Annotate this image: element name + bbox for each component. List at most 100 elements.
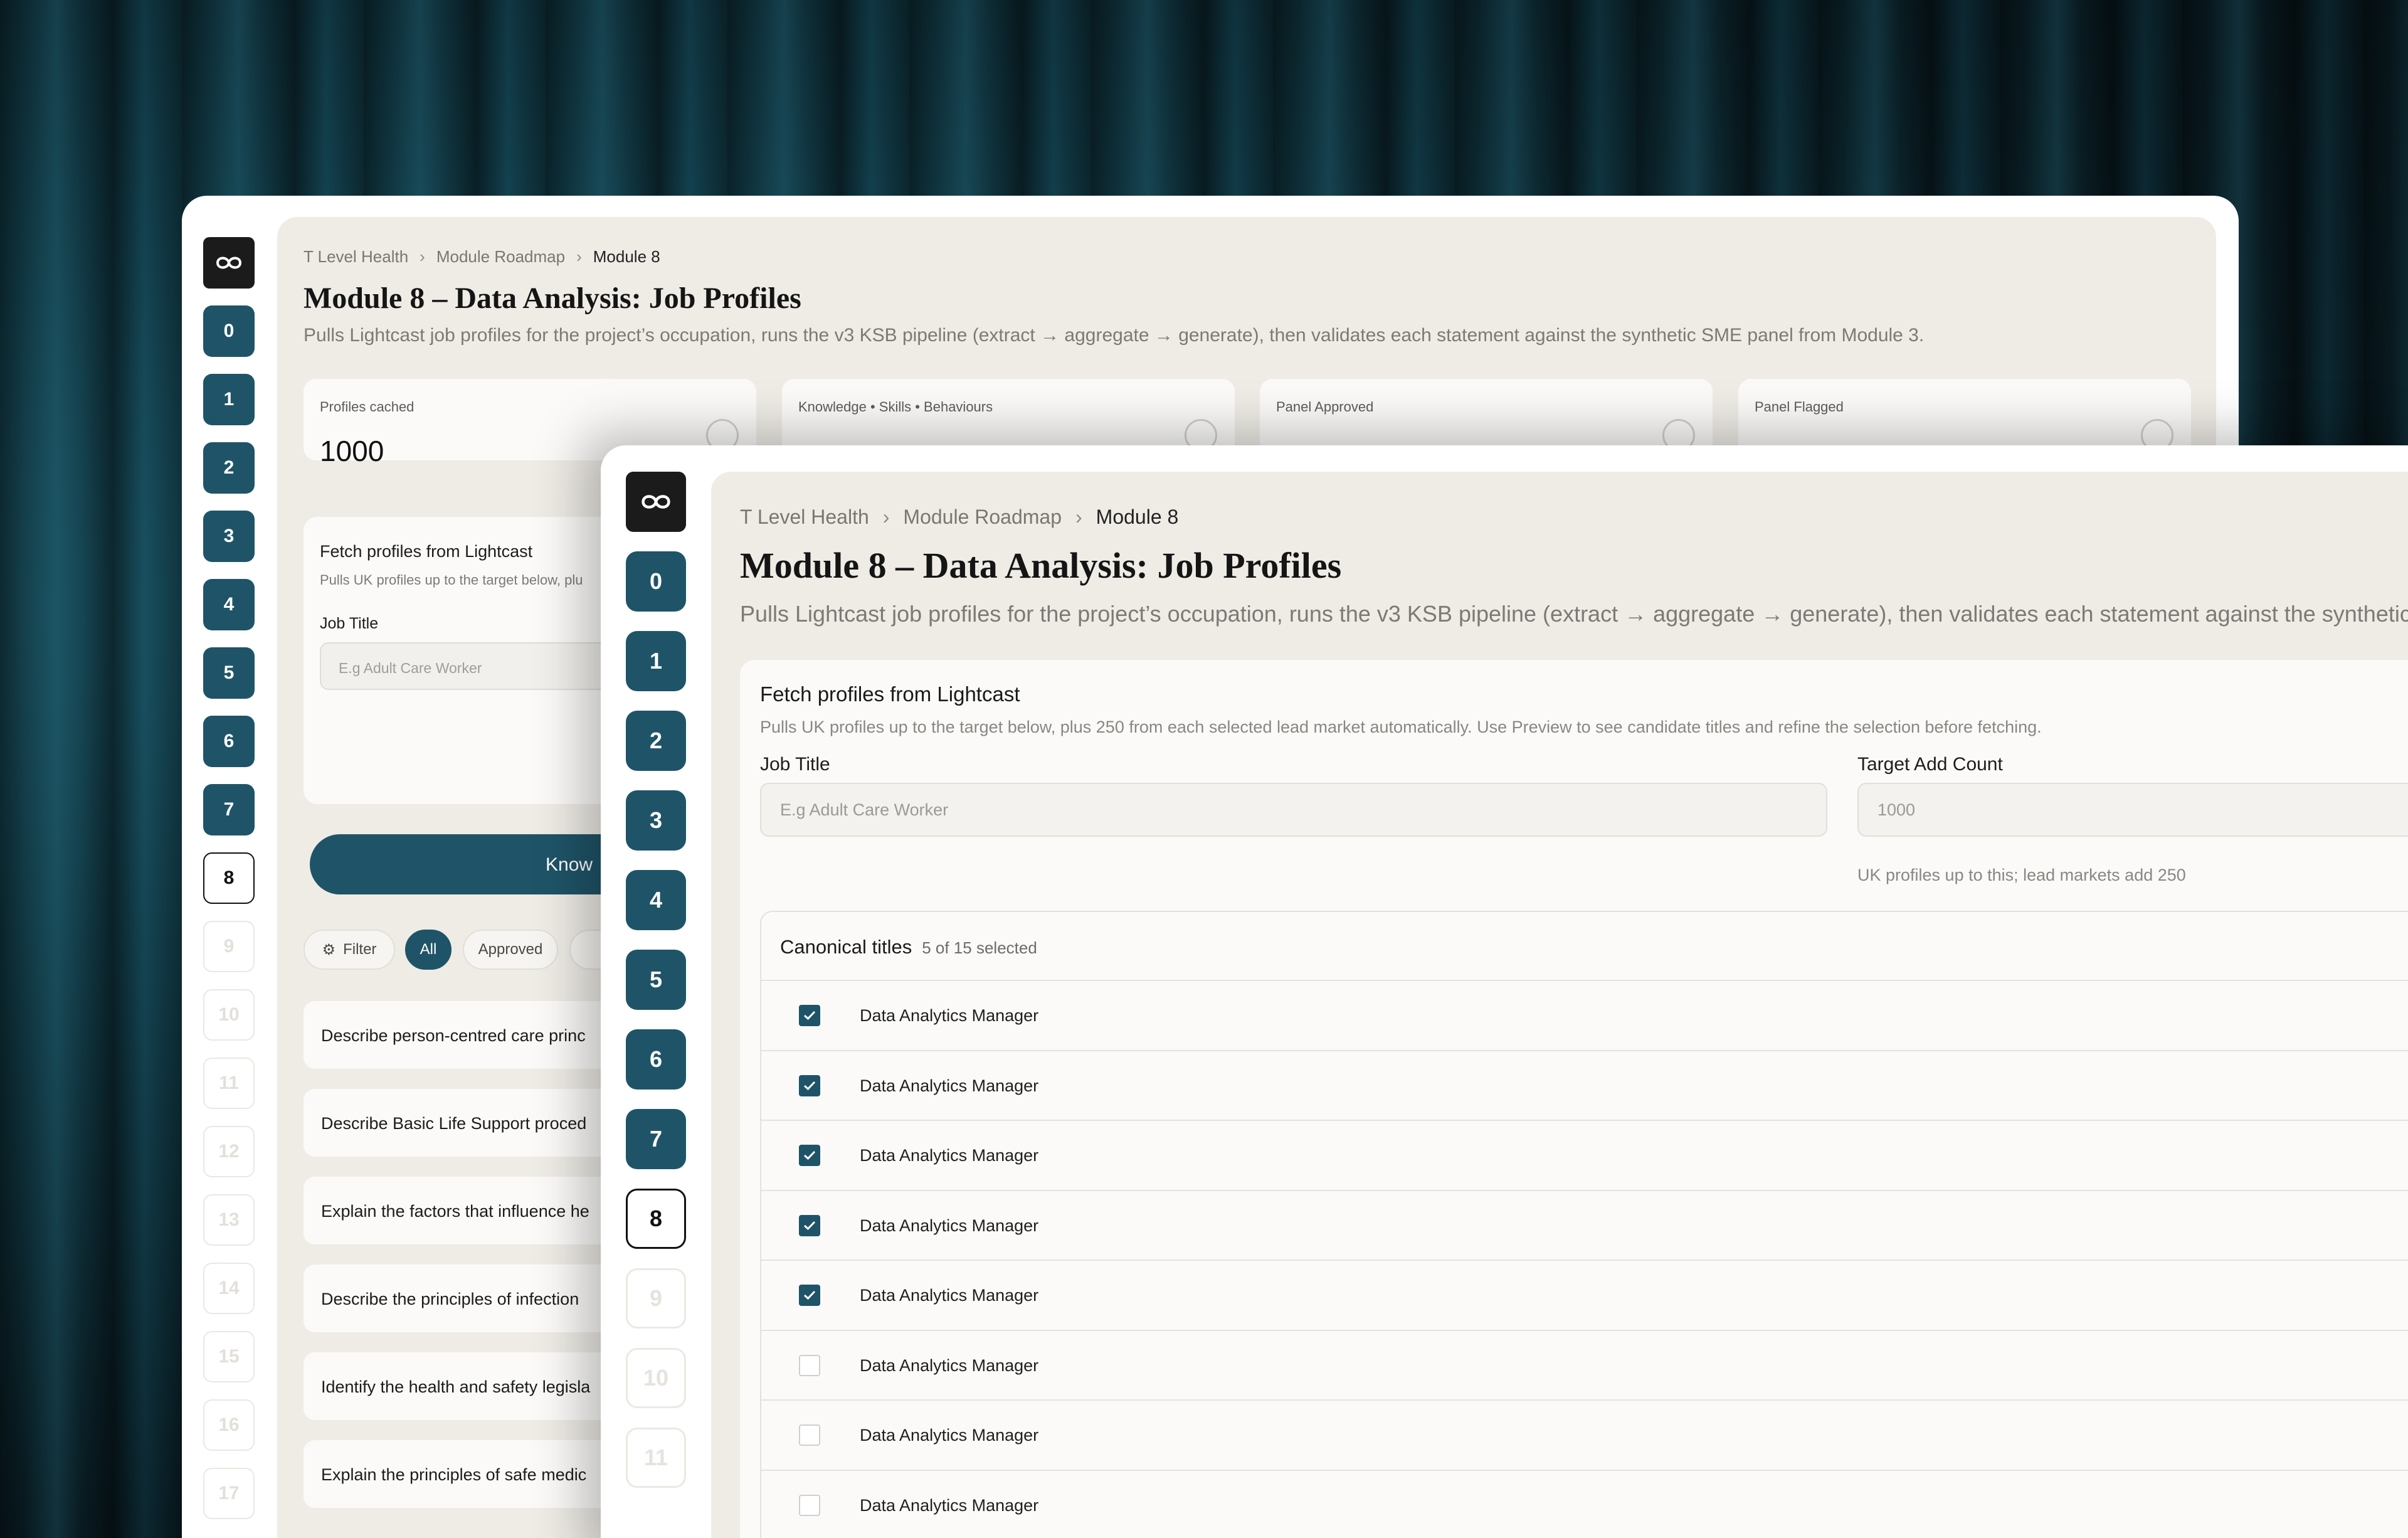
checkbox-unchecked[interactable] [799, 1424, 820, 1446]
breadcrumb-item[interactable]: T Level Health [740, 506, 869, 529]
stat-value: 1000 [320, 435, 384, 467]
module-rail: 0 1 2 3 4 5 6 7 8 9 10 11 [626, 472, 686, 1488]
fetch-panel: Fetch profiles from Lightcast Pulls UK p… [740, 660, 2408, 1538]
chevron-right-icon: › [420, 247, 425, 266]
checkbox-checked[interactable] [799, 1214, 820, 1236]
module-step-5[interactable]: 5 [626, 950, 686, 1010]
module-step-10: 10 [626, 1348, 686, 1408]
canonical-title-label: Data Analytics Manager [860, 1006, 1039, 1025]
breadcrumb-item[interactable]: T Level Health [304, 247, 408, 267]
module-step-9: 9 [203, 921, 255, 972]
module-step-7[interactable]: 7 [626, 1109, 686, 1169]
app-logo[interactable] [626, 472, 686, 532]
job-title-input[interactable]: E.g Adult Care Worker [760, 783, 1827, 837]
module-step-0[interactable]: 0 [626, 551, 686, 612]
canonical-titles-header: Canonical titles 5 of 15 selected [780, 936, 1037, 958]
canonical-title-row[interactable]: Data Analytics Manager [761, 1260, 2408, 1329]
front-window: 0 1 2 3 4 5 6 7 8 9 10 11 T Level Health… [601, 445, 2408, 1538]
fetch-description: Pulls UK profiles up to the target below… [320, 572, 583, 588]
module-step-10: 10 [203, 989, 255, 1041]
app-logo[interactable] [203, 237, 255, 289]
target-count-hint: UK profiles up to this; lead markets add… [1857, 866, 2186, 884]
module-step-8[interactable]: 8 [203, 852, 255, 904]
canonical-title-label: Data Analytics Manager [860, 1146, 1039, 1165]
page-description: Pulls Lightcast job profiles for the pro… [304, 325, 1925, 346]
fetch-title: Fetch profiles from Lightcast [760, 682, 1020, 706]
module-step-7[interactable]: 7 [203, 784, 255, 835]
checkbox-checked[interactable] [799, 1145, 820, 1166]
breadcrumb-current: Module 8 [1096, 506, 1179, 528]
filter-chip-approved[interactable]: Approved [463, 930, 558, 970]
canonical-title-row[interactable]: Data Analytics Manager [761, 1189, 2408, 1260]
target-count-label: Target Add Count [1857, 754, 2003, 775]
stat-label: Profiles cached [320, 399, 415, 415]
module-step-8[interactable]: 8 [626, 1189, 686, 1249]
module-step-2[interactable]: 2 [626, 711, 686, 771]
chevron-right-icon: › [576, 247, 582, 266]
canonical-titles-title: Canonical titles [780, 936, 912, 958]
breadcrumb-current: Module 8 [593, 247, 660, 266]
module-step-9: 9 [626, 1268, 686, 1329]
statement-text: Describe person-centred care princ [321, 1026, 586, 1045]
check-icon [803, 1221, 816, 1230]
canonical-title-label: Data Analytics Manager [860, 1216, 1039, 1235]
canonical-titles-list: Canonical titles 5 of 15 selected Data A… [760, 911, 2408, 1538]
stat-label: Knowledge • Skills • Behaviours [798, 399, 993, 415]
breadcrumb-item[interactable]: Module Roadmap [903, 506, 1062, 529]
canonical-title-label: Data Analytics Manager [860, 1426, 1039, 1445]
module-step-5[interactable]: 5 [203, 647, 255, 699]
module-step-4[interactable]: 4 [626, 870, 686, 930]
module-step-1[interactable]: 1 [626, 631, 686, 691]
module-step-11: 11 [626, 1428, 686, 1488]
module-step-14: 14 [203, 1263, 255, 1314]
statement-text: Describe the principles of infection [321, 1290, 579, 1308]
module-step-0[interactable]: 0 [203, 305, 255, 357]
checkbox-checked[interactable] [799, 1074, 820, 1096]
breadcrumb: T Level Health › Module Roadmap › Module… [740, 506, 1178, 529]
front-main-panel: T Level Health › Module Roadmap › Module… [711, 472, 2408, 1538]
module-step-1[interactable]: 1 [203, 374, 255, 425]
knowledge-button-label: Know [546, 854, 593, 875]
canonical-title-label: Data Analytics Manager [860, 1495, 1039, 1515]
canonical-title-label: Data Analytics Manager [860, 1286, 1039, 1305]
checkbox-checked[interactable] [799, 1285, 820, 1306]
job-title-label: Job Title [760, 754, 830, 775]
check-icon [803, 1010, 816, 1021]
canonical-title-label: Data Analytics Manager [860, 1076, 1039, 1095]
module-step-3[interactable]: 3 [203, 511, 255, 562]
check-icon [803, 1150, 816, 1160]
stat-label: Panel Approved [1276, 399, 1374, 415]
checkbox-unchecked[interactable] [799, 1494, 820, 1516]
statement-text: Explain the principles of safe medic [321, 1465, 587, 1484]
statement-text: Identify the health and safety legisla [321, 1377, 591, 1396]
checkbox-unchecked[interactable] [799, 1354, 820, 1376]
module-step-16: 16 [203, 1399, 255, 1451]
chevron-right-icon: › [1075, 506, 1082, 528]
canonical-title-row[interactable]: Data Analytics Manager [761, 1329, 2408, 1399]
selection-count: 5 of 15 selected [922, 938, 1037, 957]
breadcrumb-item[interactable]: Module Roadmap [436, 247, 565, 267]
fetch-title: Fetch profiles from Lightcast [320, 542, 533, 561]
filter-chip-all[interactable]: All [405, 930, 452, 970]
statement-text: Describe Basic Life Support proced [321, 1114, 587, 1133]
target-count-input[interactable]: 1000 [1857, 783, 2408, 837]
job-title-label: Job Title [320, 615, 379, 632]
module-step-11: 11 [203, 1058, 255, 1109]
statement-text: Explain the factors that influence he [321, 1202, 589, 1221]
module-step-2[interactable]: 2 [203, 442, 255, 494]
canonical-title-label: Data Analytics Manager [860, 1355, 1039, 1375]
canonical-title-row[interactable]: Data Analytics Manager [761, 1469, 2408, 1538]
canonical-title-row[interactable]: Data Analytics Manager [761, 1049, 2408, 1120]
canonical-title-row[interactable]: Data Analytics Manager [761, 980, 2408, 1049]
canonical-title-row[interactable]: Data Analytics Manager [761, 1120, 2408, 1189]
module-step-17: 17 [203, 1468, 255, 1519]
checkbox-checked[interactable] [799, 1005, 820, 1026]
canonical-title-row[interactable]: Data Analytics Manager [761, 1399, 2408, 1469]
sliders-icon: ⚙ [322, 941, 336, 958]
module-step-6[interactable]: 6 [626, 1029, 686, 1090]
chevron-right-icon: › [882, 506, 890, 528]
module-step-6[interactable]: 6 [203, 716, 255, 767]
filter-button[interactable]: ⚙ Filter [304, 930, 395, 970]
module-step-3[interactable]: 3 [626, 790, 686, 851]
module-step-4[interactable]: 4 [203, 579, 255, 630]
